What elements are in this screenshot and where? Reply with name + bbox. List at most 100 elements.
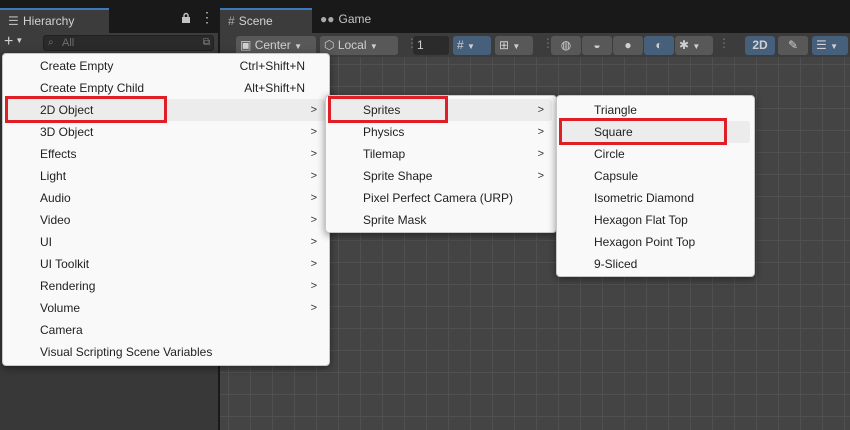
grid-snapping-button[interactable]: # ▼ [453, 36, 491, 55]
menu-item-label: Hexagon Flat Top [594, 213, 688, 227]
lighting-toggle[interactable]: ✎ [778, 36, 808, 55]
menu-item-label: Circle [594, 147, 625, 161]
menu-item-triangle[interactable]: Triangle [561, 99, 750, 121]
toolbar-grip: ⋮ [542, 36, 554, 50]
cube-icon: ⬡ [324, 38, 335, 52]
list-icon: ☰ [8, 14, 19, 28]
debug-draw-mode-button[interactable]: ✱ ▼ [675, 36, 713, 55]
layers-icon: ☰ [816, 38, 827, 52]
chevron-right-icon: > [310, 148, 317, 160]
menu-item-rendering[interactable]: Rendering > [7, 275, 325, 297]
chevron-down-icon: ▼ [467, 42, 475, 51]
grid-snap-icon: # [457, 38, 464, 52]
menu-item-label: 3D Object [40, 125, 94, 139]
pivot-center-icon: ▣ [240, 38, 252, 52]
wireframe-shading-button[interactable]: ◍ [551, 36, 581, 55]
chevron-down-icon: ▼ [692, 42, 701, 51]
tab-scene[interactable]: # Scene [220, 8, 312, 33]
menu-item-label: Create Empty Child [40, 81, 145, 95]
menu-item-3d-object[interactable]: 3D Object > [7, 121, 325, 143]
chevron-right-icon: > [310, 192, 317, 204]
unlit-button[interactable]: ◐ [644, 36, 674, 55]
menu-item-label: Visual Scripting Scene Variables [40, 345, 213, 359]
menu-item-capsule[interactable]: Capsule [561, 165, 750, 187]
chevron-right-icon: > [310, 280, 317, 292]
more-options-icon[interactable]: ⋮ [200, 10, 214, 24]
toolbar-grip: ⋮ [718, 36, 730, 50]
menu-item-camera[interactable]: Camera [7, 319, 325, 341]
menu-item-pixel-perfect-camera[interactable]: Pixel Perfect Camera (URP) [330, 187, 552, 209]
chevron-right-icon: > [310, 104, 317, 116]
menu-item-label: Physics [363, 125, 405, 139]
menu-item-label: Video [40, 213, 71, 227]
chevron-right-icon: > [537, 170, 544, 182]
menu-item-create-empty-child[interactable]: Create Empty Child Alt+Shift+N [7, 77, 325, 99]
chevron-right-icon: > [310, 258, 317, 270]
lock-icon[interactable] [181, 12, 191, 24]
tab-game[interactable]: ●● Game [312, 8, 392, 33]
menu-item-hexagon-flat-top[interactable]: Hexagon Flat Top [561, 209, 750, 231]
search-icon: ⌕ [48, 37, 54, 48]
menu-item-9-sliced[interactable]: 9-Sliced [561, 253, 750, 275]
menu-item-label: Square [594, 125, 633, 139]
filter-icon[interactable]: ⧉ [203, 37, 210, 48]
lighting-icon: ✎ [787, 38, 799, 52]
menu-item-label: Rendering [40, 279, 96, 293]
search-input[interactable]: ⌕ All ⧉ [43, 35, 214, 51]
snap-increment-input[interactable]: 1 [413, 36, 449, 55]
menu-item-label: UI Toolkit [40, 257, 90, 271]
menu-item-label: 9-Sliced [594, 257, 638, 271]
tab-hierarchy[interactable]: ☰ Hierarchy [0, 8, 109, 33]
menu-item-label: Audio [40, 191, 71, 205]
hierarchy-tab-label: Hierarchy [23, 14, 75, 28]
menu-item-create-empty[interactable]: Create Empty Ctrl+Shift+N [7, 55, 325, 77]
menu-item-label: UI [40, 235, 52, 249]
chevron-right-icon: > [537, 104, 544, 116]
menu-item-sprite-mask[interactable]: Sprite Mask [330, 209, 552, 231]
menu-item-square[interactable]: Square [561, 121, 750, 143]
menu-item-audio[interactable]: Audio > [7, 187, 325, 209]
2d-mode-toggle[interactable]: 2D [745, 36, 775, 55]
menu-item-ui-toolkit[interactable]: UI Toolkit > [7, 253, 325, 275]
menu-item-isometric-diamond[interactable]: Isometric Diamond [561, 187, 750, 209]
menu-item-circle[interactable]: Circle [561, 143, 750, 165]
shaded-wireframe-button[interactable]: ◒ [582, 36, 612, 55]
shortcut-label: Ctrl+Shift+N [239, 59, 305, 73]
game-tab-label: Game [338, 12, 372, 26]
menu-item-tilemap[interactable]: Tilemap > [330, 143, 552, 165]
scene-tab-bar: # Scene ●● Game [220, 0, 850, 33]
menu-item-label: Tilemap [363, 147, 406, 161]
menu-item-sprites[interactable]: Sprites > [330, 99, 552, 121]
chevron-down-icon: ▼ [369, 42, 378, 51]
scene-visibility-button[interactable]: ☰ ▼ [812, 36, 848, 55]
menu-item-label: Hexagon Point Top [594, 235, 696, 249]
gamepad-icon: ●● [320, 12, 335, 26]
space-label: Local [337, 38, 367, 52]
menu-item-light[interactable]: Light > [7, 165, 325, 187]
grid-visibility-button[interactable]: ⊞ ▼ [495, 36, 533, 55]
shaded-button[interactable]: ● [613, 36, 643, 55]
chevron-right-icon: > [310, 170, 317, 182]
menu-item-label: Volume [40, 301, 81, 315]
menu-item-sprite-shape[interactable]: Sprite Shape > [330, 165, 552, 187]
menu-item-visual-scripting-scene-variables[interactable]: Visual Scripting Scene Variables [7, 341, 325, 363]
chevron-right-icon: > [310, 126, 317, 138]
space-dropdown[interactable]: ⬡ Local ▼ [320, 36, 398, 55]
menu-item-video[interactable]: Video > [7, 209, 325, 231]
menu-item-label: Sprite Shape [363, 169, 433, 183]
add-object-button[interactable]: + ▼ [4, 34, 32, 52]
menu-item-effects[interactable]: Effects > [7, 143, 325, 165]
menu-item-label: Sprite Mask [363, 213, 427, 227]
menu-item-ui[interactable]: UI > [7, 231, 325, 253]
menu-item-hexagon-point-top[interactable]: Hexagon Point Top [561, 231, 750, 253]
chevron-right-icon: > [310, 214, 317, 226]
menu-item-2d-object[interactable]: 2D Object > [7, 99, 325, 121]
shaded-sphere-icon: ● [624, 38, 632, 52]
shortcut-label: Alt+Shift+N [244, 81, 305, 95]
grid-visibility-icon: ⊞ [499, 38, 510, 52]
menu-item-physics[interactable]: Physics > [330, 121, 552, 143]
menu-item-label: 2D Object [40, 103, 94, 117]
menu-item-volume[interactable]: Volume > [7, 297, 325, 319]
menu-item-label: Capsule [594, 169, 639, 183]
menu-item-label: Isometric Diamond [594, 191, 695, 205]
